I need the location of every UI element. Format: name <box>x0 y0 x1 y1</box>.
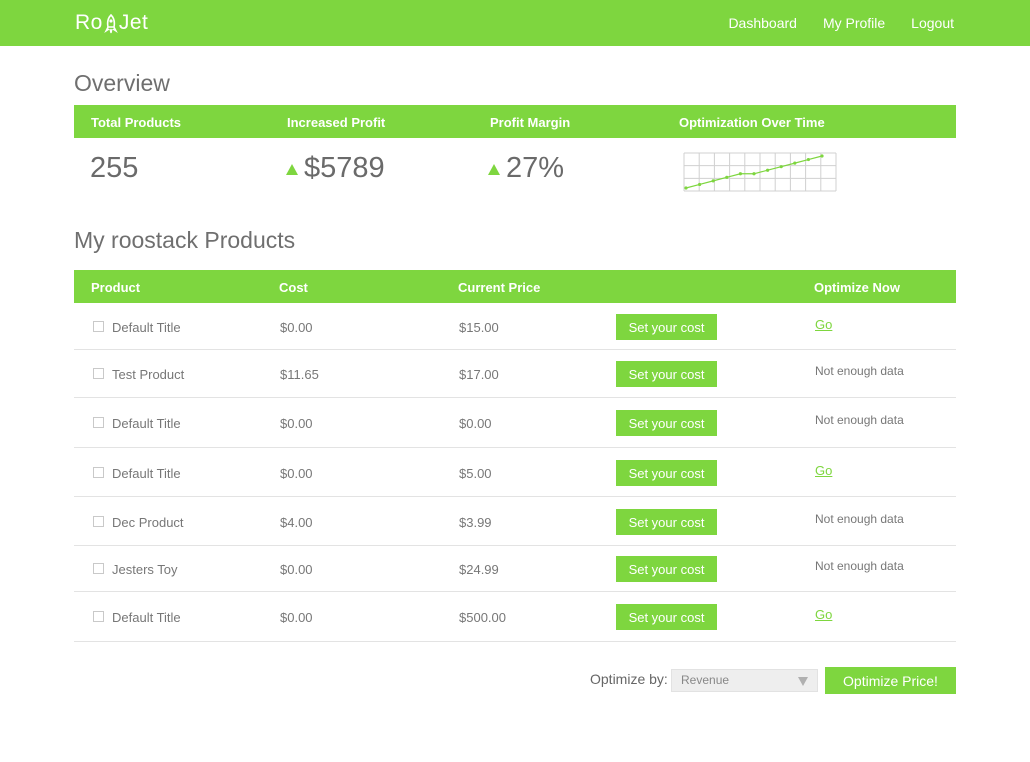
row-checkbox[interactable] <box>93 368 104 379</box>
up-triangle-icon <box>286 164 298 175</box>
profit-margin-value: 27% <box>488 152 564 185</box>
product-name: Jesters Toy <box>112 562 178 577</box>
optimization-sparkline <box>683 152 837 192</box>
product-price: $17.00 <box>459 367 499 382</box>
product-name: Default Title <box>112 416 181 431</box>
product-price: $15.00 <box>459 320 499 335</box>
sparkline-point <box>766 168 770 172</box>
overview-header: Total Products Increased Profit Profit M… <box>74 105 956 138</box>
product-name: Default Title <box>112 610 181 625</box>
product-cost: $4.00 <box>280 515 313 530</box>
optimize-by-select[interactable]: Revenue <box>671 669 818 692</box>
profit-margin-number: 27% <box>506 152 565 184</box>
row-checkbox[interactable] <box>93 563 104 574</box>
sparkline-point <box>779 165 783 169</box>
sparkline-point <box>711 179 715 183</box>
rocket-icon <box>104 14 118 34</box>
product-name: Default Title <box>112 466 181 481</box>
increased-profit-number: $5789 <box>304 152 385 184</box>
set-your-cost-button[interactable]: Set your cost <box>616 556 717 582</box>
row-checkbox[interactable] <box>93 417 104 428</box>
set-your-cost-button[interactable]: Set your cost <box>616 361 717 387</box>
sparkline-point <box>806 157 810 162</box>
sparkline-point <box>698 182 702 187</box>
optimize-status: Not enough data <box>815 413 904 427</box>
optimize-status: Not enough data <box>815 559 904 573</box>
nav-my-profile[interactable]: My Profile <box>823 15 885 31</box>
product-name: Default Title <box>112 320 181 335</box>
optimize-go-link[interactable]: Go <box>815 607 832 622</box>
products-title: My roostack Products <box>74 227 296 253</box>
sparkline-point <box>684 186 688 190</box>
nav-logout[interactable]: Logout <box>911 15 954 31</box>
total-products-value: 255 <box>90 152 138 185</box>
product-cost: $0.00 <box>280 416 313 431</box>
col-product: Product <box>91 280 141 295</box>
product-price: $5.00 <box>459 466 492 481</box>
table-row: Default Title $0.00 $0.00 Set your cost Not … <box>74 398 956 448</box>
set-your-cost-button[interactable]: Set your cost <box>616 314 717 340</box>
sparkline-point <box>793 161 797 165</box>
product-name: Dec Product <box>112 515 184 530</box>
nav-menu: Dashboard My Profile Logout <box>728 0 954 46</box>
set-your-cost-button[interactable]: Set your cost <box>616 410 717 436</box>
header-increased-profit: Increased Profit <box>287 115 386 130</box>
product-price: $0.00 <box>459 416 492 431</box>
sparkline-point <box>725 175 729 179</box>
optimize-status: Not enough data <box>815 512 904 526</box>
set-your-cost-button[interactable]: Set your cost <box>616 604 717 630</box>
set-your-cost-button[interactable]: Set your cost <box>616 460 717 486</box>
row-checkbox[interactable] <box>93 516 104 527</box>
top-navbar: Ro Jet Dashboard My Profile Logout <box>0 0 1030 46</box>
logo-text-right: Jet <box>118 11 149 34</box>
product-price: $500.00 <box>459 610 506 625</box>
product-cost: $0.00 <box>280 562 313 577</box>
optimize-by-value: Revenue <box>681 673 730 687</box>
optimize-go-link[interactable]: Go <box>815 463 832 478</box>
table-row: Dec Product $4.00 $3.99 Set your cost Not en… <box>74 497 956 546</box>
table-row: Test Product $11.65 $17.00 Set your cost Not… <box>74 350 956 398</box>
col-current-price: Current Price <box>458 280 541 295</box>
logo-text-left: Ro <box>75 11 103 34</box>
set-your-cost-button[interactable]: Set your cost <box>616 509 717 535</box>
product-price: $3.99 <box>459 515 492 530</box>
row-checkbox[interactable] <box>93 321 104 332</box>
products-table-header: Product Cost Current Price Optimize Now <box>74 270 956 303</box>
optimize-price-button[interactable]: Optimize Price! <box>825 667 956 694</box>
product-cost: $0.00 <box>280 466 313 481</box>
overview-title: Overview <box>74 70 170 96</box>
sparkline-point <box>738 172 742 176</box>
sparkline-point <box>752 172 756 176</box>
col-cost: Cost <box>279 280 308 295</box>
product-name: Test Product <box>112 367 185 382</box>
table-row: Default Title $0.00 $500.00 Set your cost Go <box>74 592 956 642</box>
header-total-products: Total Products <box>91 115 182 130</box>
logo[interactable]: Ro Jet <box>75 10 148 36</box>
sparkline-point <box>820 154 824 158</box>
header-profit-margin: Profit Margin <box>490 115 571 130</box>
product-cost: $0.00 <box>280 320 313 335</box>
total-products-number: 255 <box>90 152 139 184</box>
row-checkbox[interactable] <box>93 467 104 478</box>
product-cost: $11.65 <box>280 367 319 382</box>
col-optimize-now: Optimize Now <box>814 280 900 295</box>
up-triangle-icon <box>488 164 500 175</box>
increased-profit-value: $5789 <box>286 152 385 185</box>
table-row: Jesters Toy $0.00 $24.99 Set your cost Not e… <box>74 546 956 592</box>
table-row: Default Title $0.00 $5.00 Set your cost Go <box>74 448 956 497</box>
table-row: Default Title $0.00 $15.00 Set your cost Go <box>74 303 956 350</box>
header-optimization-over-time: Optimization Over Time <box>679 115 825 130</box>
optimize-status: Not enough data <box>815 364 904 378</box>
row-checkbox[interactable] <box>93 611 104 622</box>
product-cost: $0.00 <box>280 610 313 625</box>
nav-dashboard[interactable]: Dashboard <box>728 15 797 31</box>
chevron-down-icon <box>798 677 808 686</box>
product-price: $24.99 <box>459 562 499 577</box>
sparkline-line <box>685 155 823 189</box>
optimize-go-link[interactable]: Go <box>815 317 832 332</box>
optimize-by-label: Optimize by: <box>590 671 668 687</box>
